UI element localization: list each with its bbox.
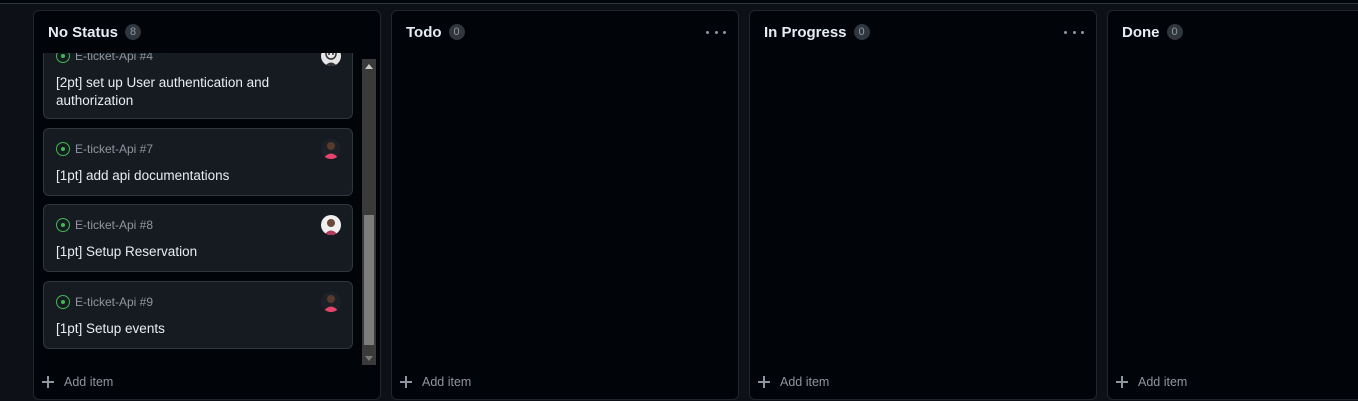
- add-item-button[interactable]: Add item: [1115, 372, 1187, 392]
- column-header: In Progress 0: [750, 11, 1096, 53]
- column-count-badge: 0: [448, 24, 465, 40]
- issue-reference[interactable]: E-ticket-Api #9: [75, 295, 153, 309]
- column-done: Done 0 Add item: [1107, 10, 1358, 400]
- scroll-down-arrow[interactable]: [362, 351, 376, 365]
- add-item-label: Add item: [1138, 375, 1188, 389]
- column-count-badge: 8: [125, 24, 142, 40]
- plus-icon: [757, 375, 771, 389]
- column-todo: Todo 0 Add item: [391, 10, 739, 400]
- add-item-label: Add item: [422, 375, 472, 389]
- column-menu-button[interactable]: [1064, 24, 1084, 40]
- issue-opened-icon: [56, 142, 70, 156]
- issue-title[interactable]: [2pt] set up User authentication and aut…: [56, 74, 312, 110]
- issue-reference[interactable]: E-ticket-Api #8: [75, 218, 153, 232]
- card-meta: E-ticket-Api #9: [56, 295, 153, 309]
- issue-card[interactable]: E-ticket-Api #4 [2pt] set up User authen…: [43, 53, 353, 119]
- scroll-up-arrow[interactable]: [362, 59, 376, 73]
- issue-card[interactable]: E-ticket-Api #9 [1pt] Setup events: [43, 281, 353, 349]
- project-board: No Status 8 E-ticket-Api #4 [2pt] set up…: [0, 4, 1358, 401]
- issue-opened-icon: [56, 295, 70, 309]
- issue-opened-icon: [56, 218, 70, 232]
- column-title: Done: [1122, 23, 1160, 41]
- issue-reference[interactable]: E-ticket-Api #4: [75, 53, 153, 63]
- card-list-scrollbar[interactable]: [362, 59, 376, 365]
- issue-title[interactable]: [1pt] Setup Reservation: [56, 243, 312, 261]
- card-meta: E-ticket-Api #8: [56, 218, 153, 232]
- issue-card[interactable]: E-ticket-Api #8 [1pt] Setup Reservation: [43, 204, 353, 272]
- column-header: Todo 0: [392, 11, 738, 53]
- assignee-avatar[interactable]: [321, 139, 341, 159]
- plus-icon: [1115, 375, 1129, 389]
- card-meta: E-ticket-Api #7: [56, 142, 153, 156]
- chevron-up-icon: [365, 63, 373, 69]
- assignee-avatar[interactable]: [321, 215, 341, 235]
- assignee-avatar[interactable]: [321, 292, 341, 312]
- issue-card[interactable]: E-ticket-Api #7 [1pt] add api documentat…: [43, 128, 353, 196]
- column-count-badge: 0: [1166, 24, 1183, 40]
- issue-opened-icon: [56, 53, 70, 63]
- issue-reference[interactable]: E-ticket-Api #7: [75, 142, 153, 156]
- column-title: In Progress: [764, 23, 847, 41]
- column-no-status: No Status 8 E-ticket-Api #4 [2pt] set up…: [33, 10, 381, 400]
- column-title: No Status: [48, 23, 119, 41]
- plus-icon: [41, 375, 55, 389]
- add-item-button[interactable]: Add item: [399, 372, 471, 392]
- chevron-down-icon: [365, 355, 373, 361]
- add-item-button[interactable]: Add item: [757, 372, 829, 392]
- kebab-horizontal-icon: [1064, 30, 1084, 34]
- card-list: E-ticket-Api #4 [2pt] set up User authen…: [43, 53, 357, 365]
- column-count-badge: 0: [853, 24, 870, 40]
- assignee-avatar[interactable]: [321, 53, 341, 66]
- issue-title[interactable]: [1pt] add api documentations: [56, 167, 312, 185]
- scrollbar-thumb[interactable]: [364, 215, 374, 345]
- add-item-button[interactable]: Add item: [41, 372, 113, 392]
- column-menu-button[interactable]: [706, 24, 726, 40]
- column-in-progress: In Progress 0 Add item: [749, 10, 1097, 400]
- column-header: No Status 8: [34, 11, 380, 53]
- card-meta: E-ticket-Api #4: [56, 53, 153, 63]
- plus-icon: [399, 375, 413, 389]
- kebab-horizontal-icon: [706, 30, 726, 34]
- add-item-label: Add item: [780, 375, 830, 389]
- column-title: Todo: [406, 23, 442, 41]
- issue-title[interactable]: [1pt] Setup events: [56, 320, 312, 338]
- column-header: Done 0: [1108, 11, 1358, 53]
- add-item-label: Add item: [64, 375, 114, 389]
